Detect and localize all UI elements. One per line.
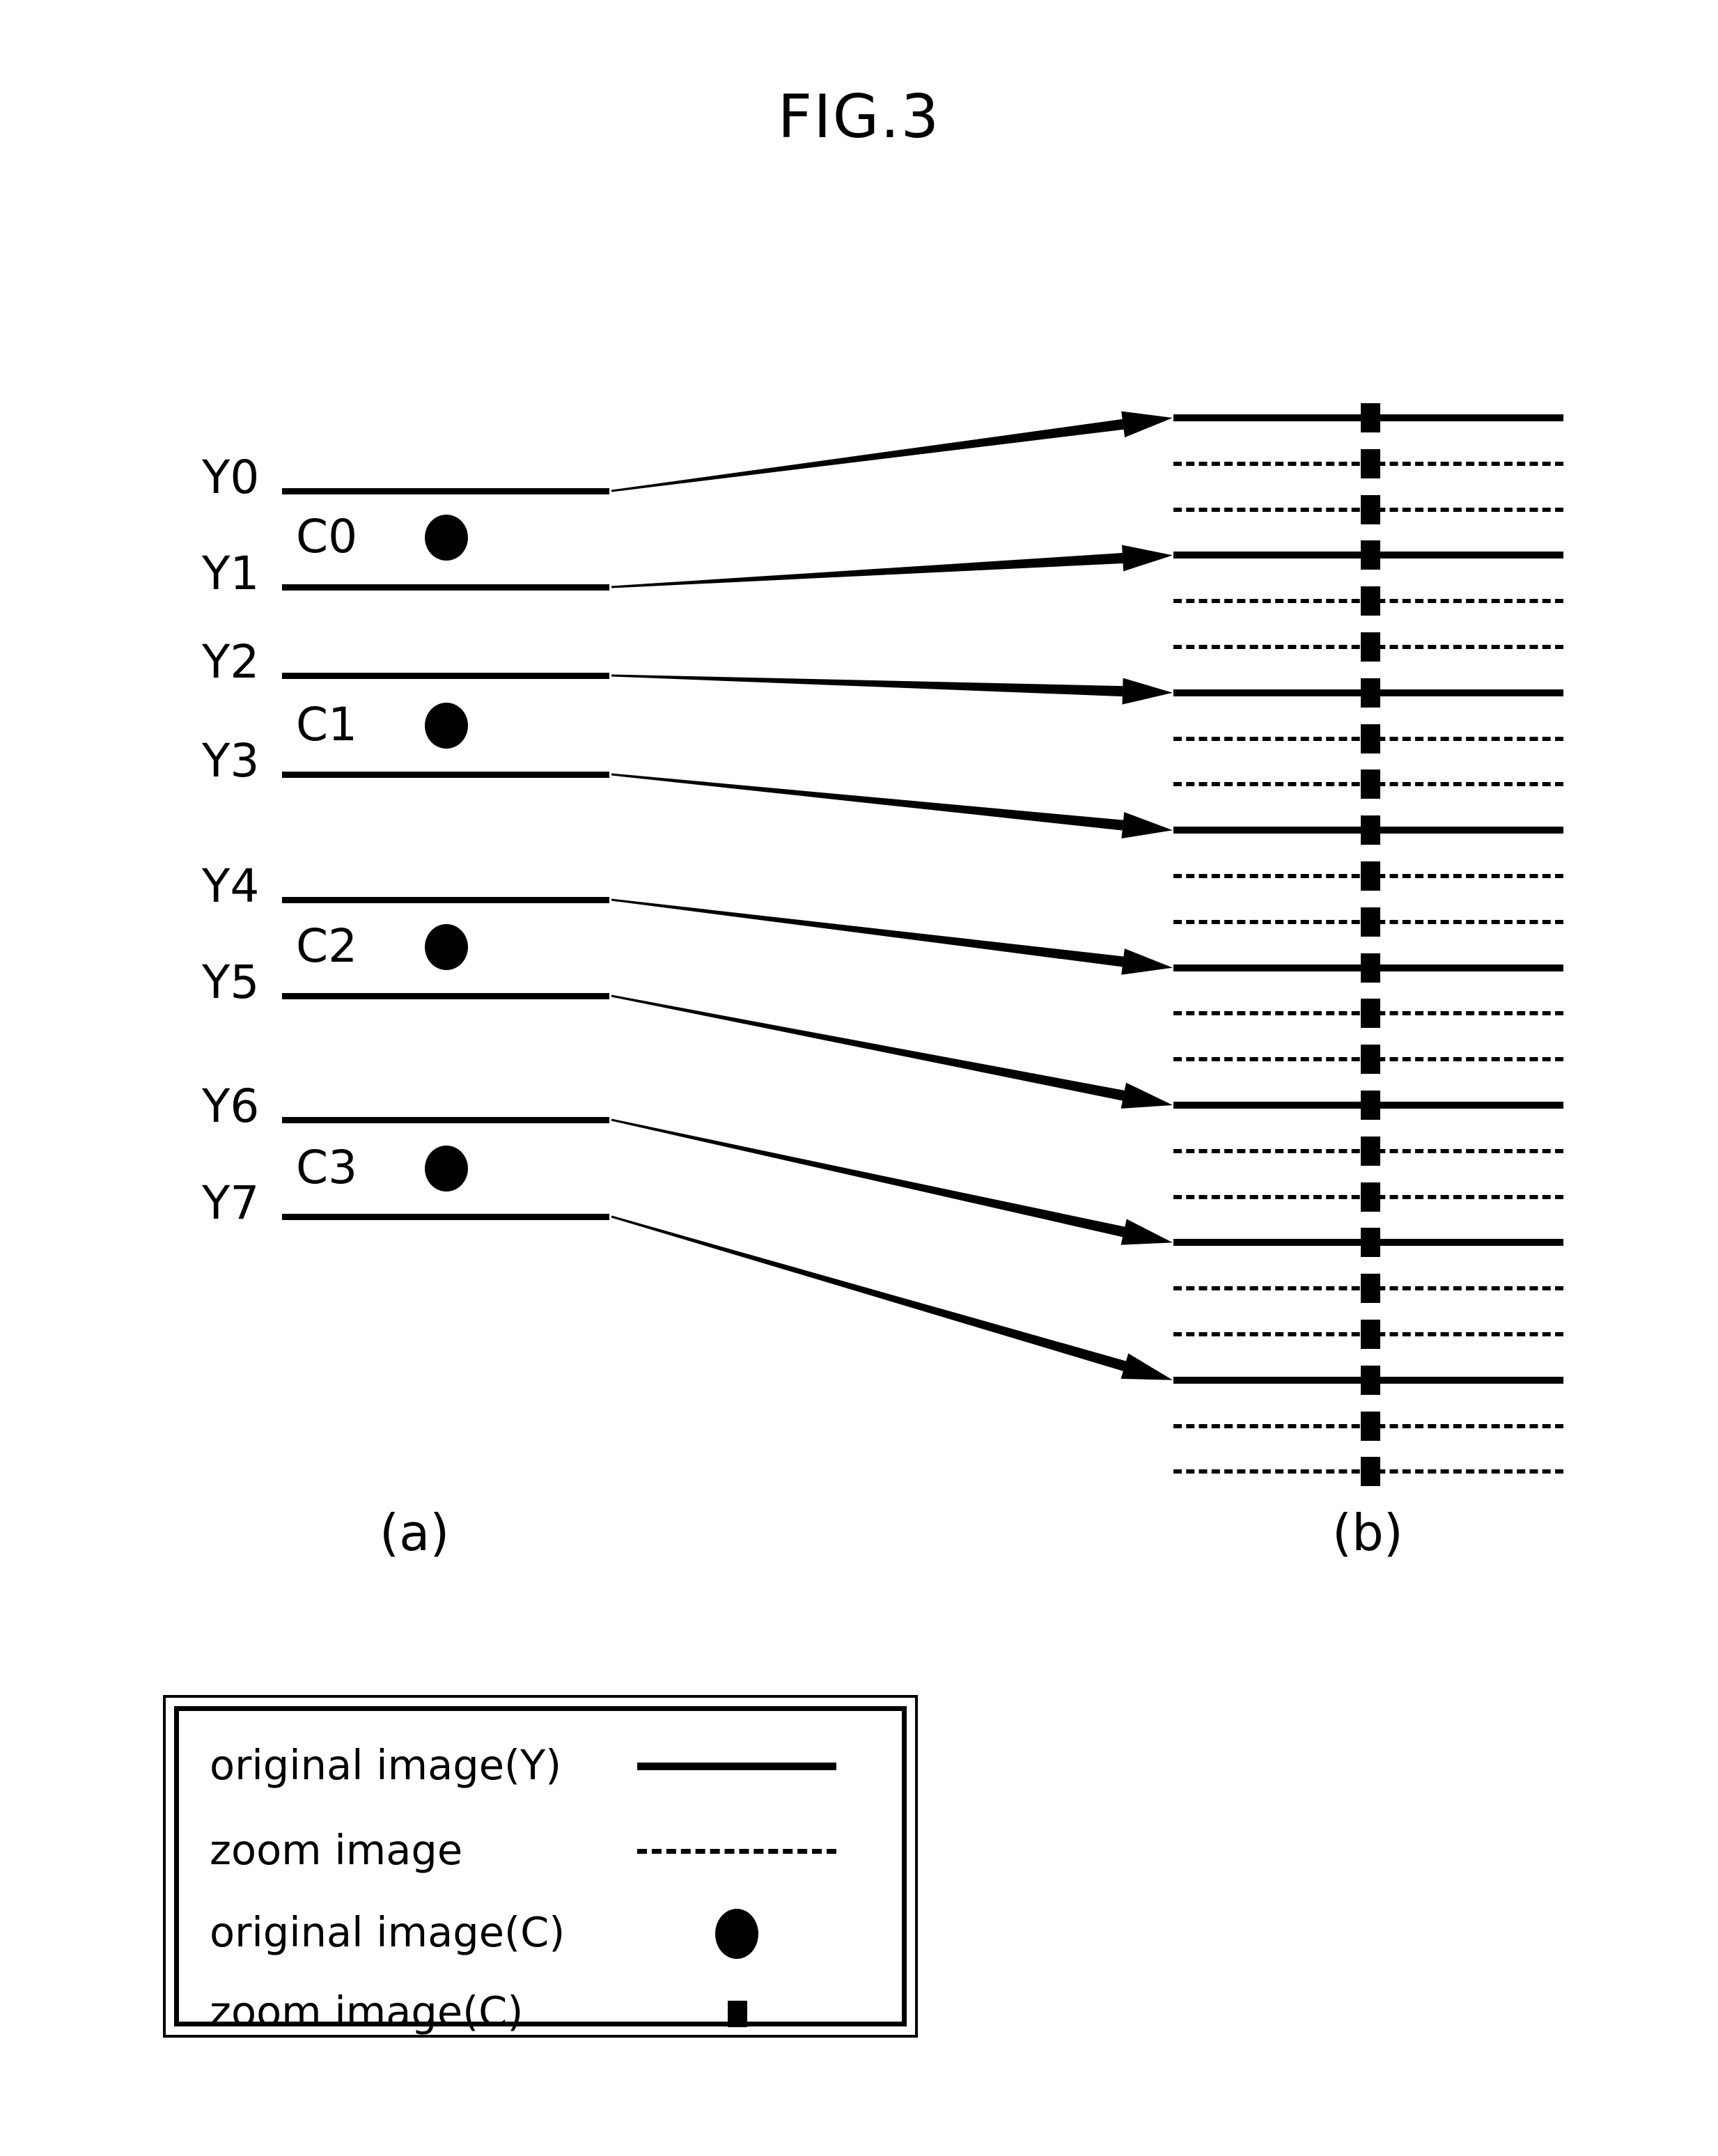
zoom-chroma-square (1361, 815, 1380, 845)
zoom-chroma-square (1361, 403, 1380, 432)
zoom-chroma-square (1361, 632, 1380, 662)
legend-dashed-line-icon (637, 1849, 836, 1854)
zoom-chroma-square (1361, 1045, 1380, 1075)
legend-filled-circle-icon (715, 1909, 758, 1959)
zoom-chroma-square (1361, 678, 1380, 708)
zoom-chroma-square (1361, 1182, 1380, 1212)
zoom-chroma-square (1361, 1136, 1380, 1166)
zoom-chroma-square (1361, 1274, 1380, 1304)
legend-solid-line-icon (637, 1763, 836, 1770)
zoom-chroma-square (1361, 540, 1380, 570)
legend-item: original image(Y) (210, 1731, 878, 1800)
legend-item-symbol (637, 1731, 846, 1800)
legend-item: original image(C) (210, 1898, 878, 1967)
zoom-chroma-square (1361, 724, 1380, 753)
zoom-chroma-square (1361, 1457, 1380, 1487)
zoom-chroma-square (1361, 1411, 1380, 1441)
zoom-chroma-square (1361, 1365, 1380, 1395)
legend-filled-square-icon (728, 2001, 747, 2027)
legend-item-symbol (637, 1977, 846, 2047)
zoom-chroma-square (1361, 494, 1380, 524)
legend-item: zoom image(C) (210, 1977, 878, 2047)
legend-item-label: original image(Y) (210, 1741, 562, 1789)
zoom-chroma-square (1361, 1091, 1380, 1120)
caption-b: (b) (1332, 1503, 1403, 1562)
zoom-chroma-square (1361, 770, 1380, 799)
legend-item: zoom image (210, 1815, 878, 1885)
legend-item-symbol (637, 1815, 846, 1885)
zoom-chroma-square (1361, 907, 1380, 937)
caption-a: (a) (380, 1503, 450, 1562)
legend-box: original image(Y) zoom image original imag… (163, 1695, 918, 2038)
zoom-chroma-square (1361, 586, 1380, 616)
legend-item-label: zoom image(C) (210, 1987, 524, 2036)
zoom-chroma-square (1361, 999, 1380, 1029)
zoom-chroma-square (1361, 861, 1380, 891)
zoom-chroma-square (1361, 953, 1380, 983)
legend-item-label: original image(C) (210, 1908, 565, 1956)
legend-inner-border: original image(Y) zoom image original imag… (174, 1706, 907, 2036)
zoom-chroma-square (1361, 1228, 1380, 1258)
legend-item-label: zoom image (210, 1826, 463, 1874)
legend-item-symbol (637, 1898, 846, 1967)
zoom-chroma-square (1361, 1320, 1380, 1349)
panel-b-zoom-image (0, 0, 1718, 1602)
zoom-chroma-square (1361, 448, 1380, 478)
